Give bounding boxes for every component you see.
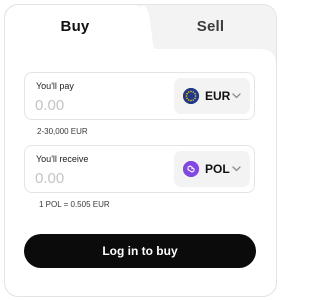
pay-currency-selector[interactable]: EUR (174, 78, 250, 114)
tab-sell[interactable]: Sell (145, 5, 276, 49)
login-to-buy-button[interactable]: Log in to buy (24, 234, 256, 268)
tab-buy[interactable]: Buy (5, 5, 145, 57)
receive-field: You'll receive POL (24, 145, 255, 193)
polygon-icon (183, 161, 199, 177)
pay-label: You'll pay (36, 81, 74, 91)
receive-currency-code: POL (205, 162, 230, 176)
receive-amount-input[interactable] (35, 168, 155, 188)
chevron-down-icon (232, 166, 241, 172)
receive-currency-selector[interactable]: POL (174, 151, 250, 187)
tab-sell-label: Sell (196, 18, 225, 35)
tab-buy-label: Buy (60, 18, 90, 35)
receive-label: You'll receive (36, 154, 89, 164)
pay-currency-code: EUR (205, 89, 231, 103)
exchange-rate: 1 POL = 0.505 EUR (39, 200, 110, 209)
chevron-down-icon (232, 93, 241, 99)
pay-range-hint: 2-30,000 EUR (37, 127, 88, 136)
euro-stars-icon (183, 88, 199, 104)
pay-field: You'll pay 0.00 EUR (24, 72, 255, 120)
buy-sell-widget: Buy Sell You'll pay 0.00 EUR 2-30,000 EU… (4, 4, 277, 297)
pay-amount-input[interactable] (35, 95, 155, 115)
